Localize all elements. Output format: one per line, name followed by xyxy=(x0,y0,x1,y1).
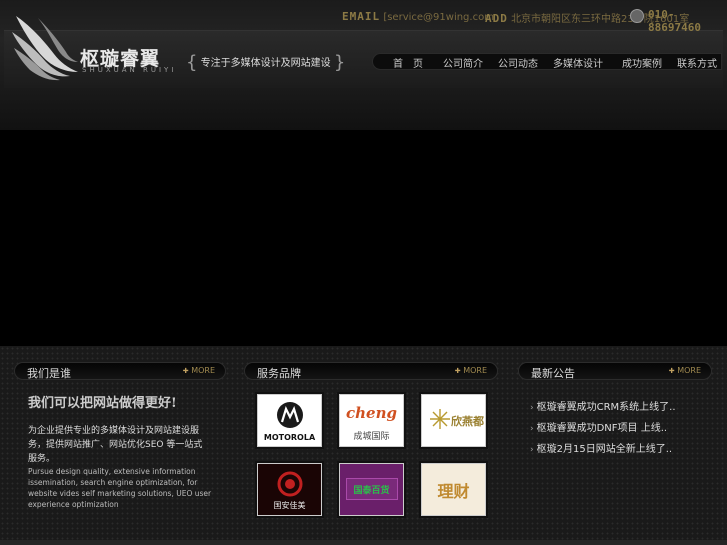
phone-icon xyxy=(630,9,644,23)
nav-about[interactable]: 公司简介 xyxy=(443,55,483,70)
more-arrow-icon: ✚ xyxy=(668,367,675,375)
brand-name: MOTOROLA xyxy=(263,433,316,442)
brand-name: cheng xyxy=(346,404,397,422)
about-panel-title: 我们是谁 xyxy=(27,367,71,380)
email-label: EMAIL xyxy=(342,10,381,23)
slogan: { 专注于多媒体设计及网站建设 } xyxy=(186,50,346,73)
brands-panel-title: 服务品牌 xyxy=(257,367,301,380)
more-arrow-icon: ✚ xyxy=(182,367,189,375)
brand-logo-guoan[interactable]: 国安佳美 xyxy=(257,463,322,516)
wing-logo-icon xyxy=(12,16,78,81)
about-headline: 我们可以把网站做得更好! xyxy=(28,396,177,411)
news-item[interactable]: › 枢璇睿翼成功CRM系统上线了.. xyxy=(530,398,676,413)
news-more-link[interactable]: ✚ MORE xyxy=(669,366,701,375)
about-more-label: MORE xyxy=(191,366,215,375)
email-contact: EMAIL [service@91wing.com xyxy=(342,10,494,23)
about-more-link[interactable]: ✚ MORE xyxy=(183,366,215,375)
phone-number: 010-88697460 xyxy=(648,8,701,34)
news-item[interactable]: › 枢璇睿翼成功DNF项目 上线.. xyxy=(530,419,667,434)
brand-subname: 成城国际 xyxy=(353,432,390,442)
bullet-icon: › xyxy=(530,424,534,434)
brand-logo-licai[interactable]: 理财 xyxy=(421,463,486,516)
nav-multimedia[interactable]: 多媒体设计 xyxy=(553,55,603,70)
brand-logo-xinyandu[interactable]: 欣燕都 xyxy=(421,394,486,447)
about-panel-header: 我们是谁 ✚ MORE xyxy=(14,362,226,380)
news-panel-title: 最新公告 xyxy=(531,367,575,380)
about-english: Pursue design quality, extensive informa… xyxy=(28,467,212,509)
news-item[interactable]: › 枢璇2月15日网站全新上线了.. xyxy=(530,440,672,455)
news-item-text: 枢璇睿翼成功DNF项目 上线.. xyxy=(536,423,668,434)
logo[interactable]: 枢璇睿翼 SHUXUAN RUIYI xyxy=(8,10,178,82)
brands-more-link[interactable]: ✚ MORE xyxy=(455,366,487,375)
brand-logo-motorola[interactable]: MOTOROLA xyxy=(257,394,322,447)
email-value[interactable]: [service@91wing.com xyxy=(383,12,494,23)
news-item-text: 枢璇2月15日网站全新上线了.. xyxy=(536,444,673,455)
news-panel-header: 最新公告 ✚ MORE xyxy=(518,362,712,380)
brands-panel-header: 服务品牌 ✚ MORE xyxy=(244,362,498,380)
nav-home[interactable]: 首 页 xyxy=(393,55,423,70)
brand-name: 国安佳美 xyxy=(273,501,306,510)
nav-contact[interactable]: 联系方式 xyxy=(677,55,717,70)
nav-cases[interactable]: 成功案例 xyxy=(622,55,662,70)
brand-name: 国泰百货 xyxy=(353,486,390,496)
bullet-icon: › xyxy=(530,445,534,455)
brand-name: 理财 xyxy=(437,482,470,501)
brand-logo-cheng[interactable]: cheng 成城国际 xyxy=(339,394,404,447)
logo-text-en: SHUXUAN RUIYI xyxy=(82,66,177,74)
header: 枢璇睿翼 SHUXUAN RUIYI { 专注于多媒体设计及网站建设 } EMA… xyxy=(0,0,727,130)
bullet-icon: › xyxy=(530,403,534,413)
address-label: ADD xyxy=(485,12,508,25)
nav-news[interactable]: 公司动态 xyxy=(498,55,538,70)
brace-left: { xyxy=(186,52,198,73)
banner-area xyxy=(0,130,727,346)
brand-logo-guotai[interactable]: 国泰百货 xyxy=(339,463,404,516)
brace-right: } xyxy=(333,52,346,73)
main-nav: 首 页 公司简介 公司动态 多媒体设计 成功案例 联系方式 xyxy=(372,53,722,70)
more-arrow-icon: ✚ xyxy=(454,367,461,375)
slogan-text: 专注于多媒体设计及网站建设 xyxy=(200,58,331,69)
about-body: 为企业提供专业的多媒体设计及网站建设服务，提供网站推广、网站优化SEO 等一站式… xyxy=(28,426,203,464)
news-item-text: 枢璇睿翼成功CRM系统上线了.. xyxy=(536,402,676,413)
footer-strip xyxy=(0,540,727,545)
brand-name: 欣燕都 xyxy=(451,415,484,428)
news-more-label: MORE xyxy=(677,366,701,375)
brands-more-label: MORE xyxy=(463,366,487,375)
